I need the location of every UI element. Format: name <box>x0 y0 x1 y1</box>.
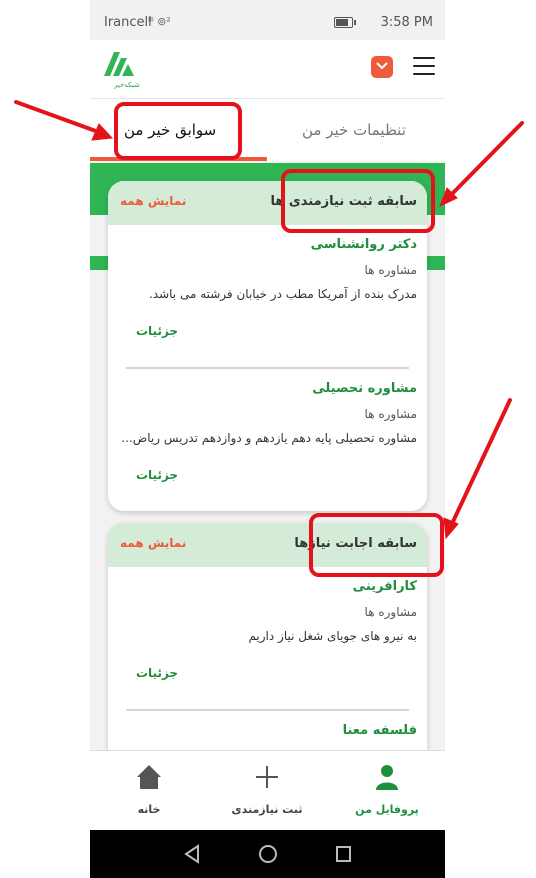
item-category: مشاوره ها <box>364 407 417 421</box>
bottom-navigation: خانه ثبت نیازمندی پروفایل من <box>90 750 445 831</box>
item-title: دکتر روانشناسی <box>310 237 417 252</box>
status-bar: Irancell ᴵˡˡ ⊚² 3:58 PM <box>90 0 445 40</box>
plus-icon <box>256 766 278 788</box>
carrier-name: Irancell <box>104 15 152 30</box>
item-description: مشاوره تحصیلی پایه دهم یازدهم و دوازدهم … <box>121 431 417 445</box>
item-category: مشاوره ها <box>364 263 417 277</box>
show-all-link[interactable]: نمایش همه <box>120 536 186 550</box>
home-icon <box>137 765 161 789</box>
annotation-box-fulfilled-needs <box>309 513 444 577</box>
tab-settings[interactable]: تنظیمات خیر من <box>302 121 406 139</box>
item-description: به نیرو های جویای شغل نیاز داریم <box>248 629 417 643</box>
item-title: فلسفه معنا <box>342 723 417 738</box>
item-description: مدرک بنده از آمریکا مطب در خیابان فرشته … <box>148 287 417 301</box>
recents-icon[interactable] <box>335 844 353 864</box>
app-bar: شبکه‌خیر <box>90 40 445 99</box>
user-icon <box>376 765 398 790</box>
annotation-box-needs-history <box>281 169 435 233</box>
nav-add-label: ثبت نیازمندی <box>231 803 303 816</box>
battery-icon <box>334 17 356 28</box>
nav-home[interactable]: خانه <box>99 759 199 816</box>
signal-indicator: ᴵˡˡ ⊚² <box>148 15 171 28</box>
item-title: مشاوره تحصیلی <box>312 381 417 396</box>
arrow-to-fulfilled-needs <box>448 398 512 530</box>
nav-my-profile[interactable]: پروفایل من <box>337 759 437 816</box>
shopping-bag-icon[interactable] <box>371 56 393 78</box>
item-category: مشاوره ها <box>364 605 417 619</box>
details-link[interactable]: جزئیات <box>136 324 178 338</box>
android-navigation-bar <box>90 830 445 878</box>
logo-text: شبکه‌خیر <box>114 81 140 89</box>
annotation-box-records-tab <box>114 102 242 160</box>
show-all-link[interactable]: نمایش همه <box>120 194 186 208</box>
list-item[interactable]: کارافرینی مشاوره ها به نیرو های جویای شغ… <box>108 567 427 711</box>
hamburger-menu-icon[interactable] <box>413 57 435 77</box>
nav-register-need[interactable]: ثبت نیازمندی <box>217 759 317 816</box>
home-circle-icon[interactable] <box>258 844 278 864</box>
details-link[interactable]: جزئیات <box>136 468 178 482</box>
clock: 3:58 PM <box>380 15 433 30</box>
list-item[interactable]: مشاوره تحصیلی مشاوره ها مشاوره تحصیلی پا… <box>108 369 427 511</box>
nav-home-label: خانه <box>137 803 161 816</box>
logo-icon[interactable]: شبکه‌خیر <box>100 46 140 90</box>
nav-profile-label: پروفایل من <box>355 803 419 816</box>
details-link[interactable]: جزئیات <box>136 666 178 680</box>
arrow-to-needs-history <box>446 121 524 200</box>
back-icon[interactable] <box>184 844 200 864</box>
arrow-head <box>443 517 459 540</box>
list-item[interactable]: دکتر روانشناسی مشاوره ها مدرک بنده از آم… <box>108 225 427 369</box>
item-title: کارافرینی <box>352 579 417 594</box>
